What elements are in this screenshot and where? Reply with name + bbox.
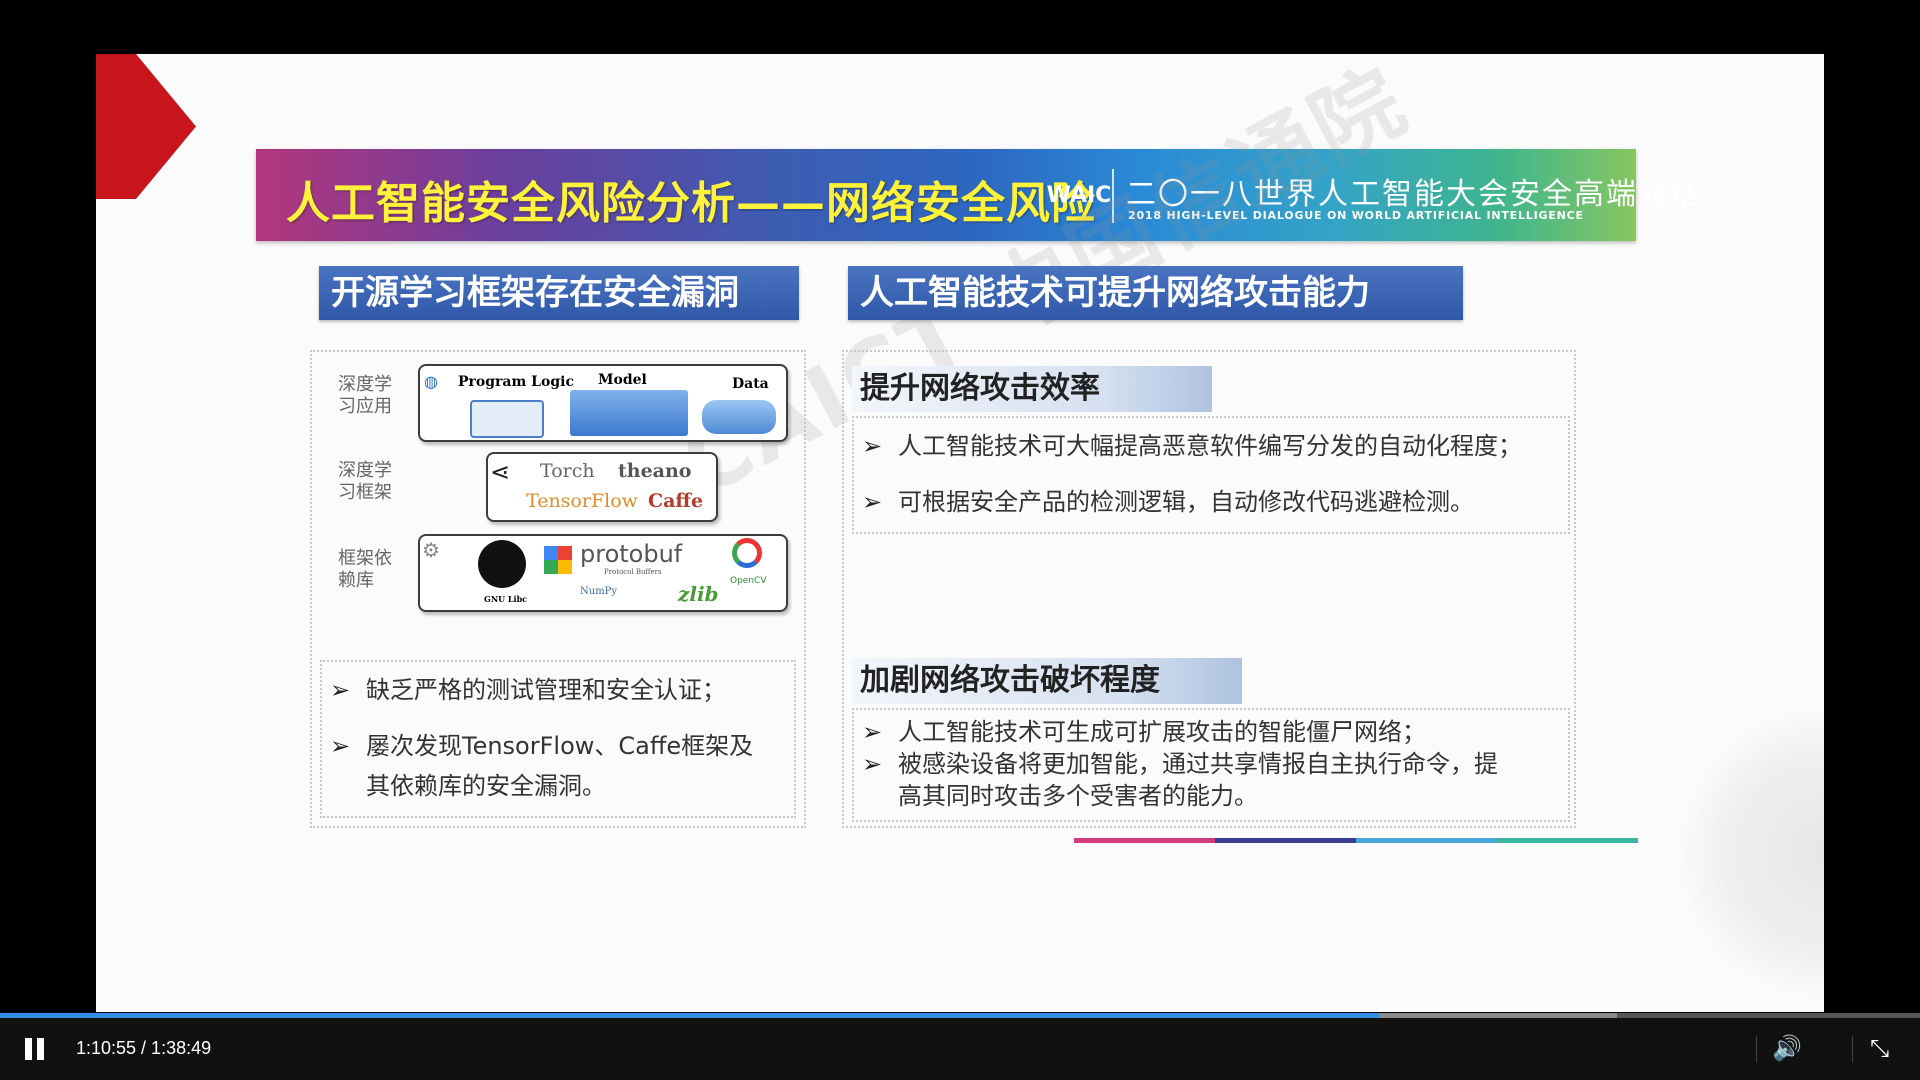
gears-icon: ⚙ [422, 538, 440, 562]
library-zlib: zlib [678, 582, 719, 606]
bullet-arrow-icon: ➢ [862, 432, 883, 460]
library-gnu-libc: GNU Libc [484, 594, 528, 604]
bullet-arrow-icon: ➢ [330, 732, 351, 760]
video-frame[interactable]: 人工智能安全风险分析——网络安全风险 WAIC 二〇一八世界人工智能大会安全高端… [0, 0, 1920, 1012]
framework-layer-panel: ⋖ Torch theano TensorFlow Caffe [486, 452, 718, 522]
code-window-icon [470, 400, 544, 438]
framework-caffe: Caffe [648, 490, 704, 512]
left-bullet-2: ➢ 屡次发现TensorFlow、Caffe框架及 [330, 726, 753, 766]
side-swoosh-decoration [1674, 704, 1824, 1004]
library-layer-panel: ⚙ GNU Libc protobuf Protocol Buffers Num… [418, 534, 788, 612]
time-display: 1:10:55 / 1:38:49 [76, 1038, 212, 1058]
red-arrow-decoration [96, 54, 196, 199]
left-section-header: 开源学习框架存在安全漏洞 [319, 266, 799, 320]
opencv-logo [732, 538, 762, 568]
framework-torch: Torch [540, 460, 595, 482]
efficiency-bullet-1: ➢ 人工智能技术可大幅提高恶意软件编写分发的自动化程度； [862, 426, 1522, 466]
left-content-box: 深度学习应用 深度学习框架 框架依赖库 ◍ Program Logic Mode… [310, 350, 806, 828]
right-content-box: 提升网络攻击效率 ➢ 人工智能技术可大幅提高恶意软件编写分发的自动化程度； ➢ 可根… [842, 350, 1576, 828]
divider [1852, 1036, 1853, 1062]
damage-bullet-2-cont: 高其同时攻击多个受害者的能力。 [898, 782, 1258, 810]
right-subheading-damage: 加剧网络攻击破坏程度 [852, 658, 1242, 704]
model-cube-icon [570, 390, 688, 436]
bullet-arrow-icon: ➢ [330, 676, 351, 704]
database-icon [702, 400, 776, 434]
app-item-data: Data [732, 376, 769, 392]
gnu-libc-logo [478, 540, 526, 588]
framework-tensorflow: TensorFlow [526, 490, 638, 512]
stack-label-framework: 深度学习框架 [338, 460, 392, 503]
library-opencv: OpenCV [730, 576, 767, 586]
efficiency-bullet-2: ➢ 可根据安全产品的检测逻辑，自动修改代码逃避检测。 [862, 482, 1474, 522]
right-subheading-efficiency: 提升网络攻击效率 [852, 366, 1212, 412]
bullet-arrow-icon: ➢ [862, 750, 883, 778]
share-nodes-icon: ⋖ [490, 458, 511, 486]
title-banner: 人工智能安全风险分析——网络安全风险 WAIC 二〇一八世界人工智能大会安全高端… [256, 149, 1700, 241]
framework-theano: theano [618, 460, 692, 482]
app-item-program-logic: Program Logic [458, 374, 574, 390]
presentation-slide: 人工智能安全风险分析——网络安全风险 WAIC 二〇一八世界人工智能大会安全高端… [96, 54, 1824, 1012]
library-protocol-buffers: Protocol Buffers [604, 568, 662, 576]
pause-icon[interactable] [24, 1038, 46, 1060]
bullet-arrow-icon: ➢ [862, 488, 883, 516]
divider [1756, 1036, 1757, 1062]
left-bullet-2-cont: 其依赖库的安全漏洞。 [366, 772, 606, 800]
stack-label-library: 框架依赖库 [338, 548, 392, 591]
protobuf-logo [544, 546, 572, 574]
player-controls: 1:10:55 / 1:38:49 🔊 ⤡ [0, 1018, 1920, 1080]
damage-bullets-box: ➢ 人工智能技术可生成可扩展攻击的智能僵尸网络； ➢ 被感染设备将更加智能，通过共享… [852, 708, 1570, 822]
library-protobuf: protobuf [580, 540, 683, 568]
volume-icon[interactable]: 🔊 [1772, 1034, 1802, 1062]
slide-title: 人工智能安全风险分析——网络安全风险 [286, 178, 1096, 229]
app-layer-panel: ◍ Program Logic Model Data [418, 364, 788, 442]
accent-line [1074, 838, 1638, 843]
exit-fullscreen-icon[interactable]: ⤡ [1870, 1034, 1889, 1062]
app-item-model: Model [598, 372, 647, 388]
efficiency-bullets-box: ➢ 人工智能技术可大幅提高恶意软件编写分发的自动化程度； ➢ 可根据安全产品的检测逻… [852, 416, 1570, 534]
left-bullet-1: ➢ 缺乏严格的测试管理和安全认证； [330, 670, 726, 710]
stack-label-app: 深度学习应用 [338, 374, 392, 417]
library-numpy: NumPy [580, 586, 618, 597]
globe-icon: ◍ [424, 372, 438, 391]
left-bullets-box: ➢ 缺乏严格的测试管理和安全认证； ➢ 屡次发现TensorFlow、Caffe框架… [320, 660, 796, 818]
right-section-header: 人工智能技术可提升网络攻击能力 [848, 266, 1463, 320]
